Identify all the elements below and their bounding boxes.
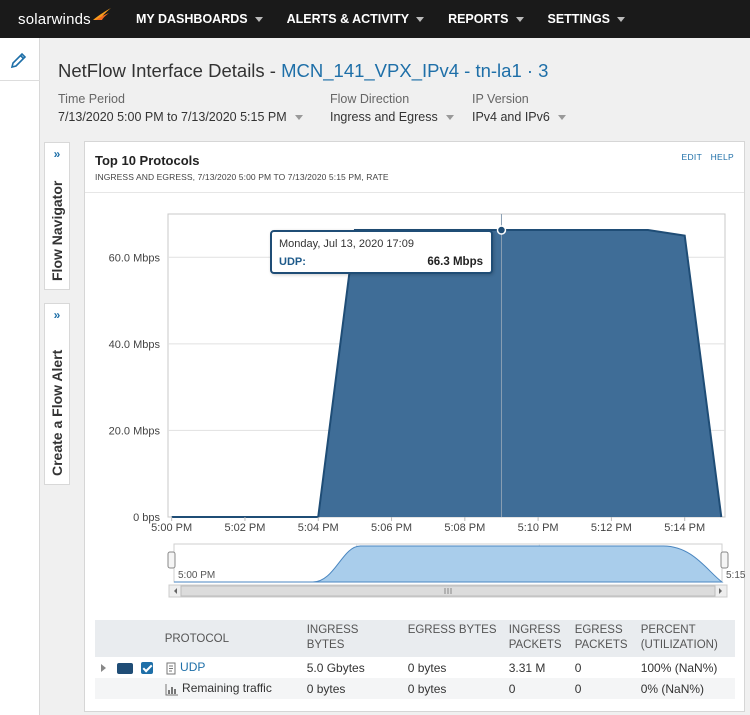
logo-swoosh-icon bbox=[92, 8, 111, 20]
ip-version-label: IP Version bbox=[472, 92, 529, 106]
header-ingress-bytes[interactable]: INGRESS BYTES bbox=[300, 620, 402, 657]
header-egress-packets[interactable]: EGRESS PACKETS bbox=[568, 620, 635, 657]
table-header-row: PROTOCOL INGRESS BYTES EGRESS BYTES INGR… bbox=[95, 620, 735, 657]
ingress-packets-cell: 3.31 M bbox=[508, 660, 546, 675]
flow-direction-label: Flow Direction bbox=[330, 92, 410, 106]
x-tick-label: 5:12 PM bbox=[591, 522, 632, 534]
double-chevron-right-icon: » bbox=[53, 147, 61, 161]
x-tick-label: 5:06 PM bbox=[371, 522, 412, 534]
ingress-packets-cell: 0 bbox=[502, 678, 569, 699]
x-tick-label: 5:00 PM bbox=[151, 522, 192, 534]
nav-label: SETTINGS bbox=[547, 12, 611, 26]
y-tick-label: 40.0 Mbps bbox=[109, 339, 161, 351]
chart-tooltip: Monday, Jul 13, 2020 17:09 UDP: 66.3 Mbp… bbox=[270, 230, 493, 274]
tooltip-date: Monday, Jul 13, 2020 17:09 bbox=[279, 238, 414, 250]
egress-packets-cell: 0 bbox=[568, 678, 635, 699]
x-tick-label: 5:08 PM bbox=[444, 522, 485, 534]
time-period-filter: Time Period 7/13/2020 5:00 PM to 7/13/20… bbox=[58, 92, 303, 124]
x-tick-label: 5:10 PM bbox=[518, 522, 559, 534]
chevron-down-icon bbox=[557, 114, 566, 120]
ip-version-dropdown[interactable]: IPv4 and IPv6 bbox=[472, 110, 566, 124]
pencil-edit-icon[interactable] bbox=[9, 50, 29, 70]
protocol-cell: Remaining traffic bbox=[158, 678, 301, 699]
tooltip-value: 66.3 Mbps bbox=[427, 256, 483, 268]
flow-direction-value: Ingress and Egress bbox=[330, 110, 438, 124]
time-period-value: 7/13/2020 5:00 PM to 7/13/2020 5:15 PM bbox=[58, 110, 287, 124]
navigator-right-handle[interactable] bbox=[720, 551, 729, 569]
double-chevron-right-icon: » bbox=[53, 308, 61, 322]
nav-label: ALERTS & ACTIVITY bbox=[286, 12, 410, 26]
percent-cell: 0% (NaN%) bbox=[634, 678, 735, 699]
time-period-label: Time Period bbox=[58, 92, 125, 106]
flow-navigator-tab[interactable]: » Flow Navigator bbox=[44, 142, 70, 290]
row-controls bbox=[95, 678, 159, 699]
page-title: NetFlow Interface Details - MCN_141_VPX_… bbox=[58, 60, 548, 82]
x-tick-label: 5:14 PM bbox=[664, 522, 705, 534]
left-rail bbox=[0, 38, 40, 715]
top-protocols-panel: Top 10 Protocols INGRESS AND EGRESS, 7/1… bbox=[84, 141, 746, 712]
navigator-tick-label: 5:00 PM bbox=[178, 570, 215, 581]
protocol-cell: UDP bbox=[159, 657, 301, 678]
egress-bytes-cell: 0 bytes bbox=[407, 660, 447, 675]
header-egress-bytes[interactable]: EGRESS BYTES bbox=[401, 620, 503, 657]
protocol-rate-chart[interactable]: 0 bps20.0 Mbps40.0 Mbps60.0 Mbps5:00 PM 5… bbox=[85, 142, 746, 607]
expand-arrow-icon[interactable] bbox=[101, 664, 106, 673]
table-row: Remaining traffic 0 bytes 0 bytes 0 0 0%… bbox=[95, 678, 735, 699]
logo-text: solarwinds bbox=[18, 10, 91, 28]
interface-link[interactable]: MCN_141_VPX_IPv4 - tn-la1 · 3 bbox=[281, 60, 548, 81]
ingress-bytes-cell: 0 bytes bbox=[300, 678, 402, 699]
percent-cell: 100% (NaN%) bbox=[640, 660, 718, 675]
chevron-down-icon bbox=[416, 16, 425, 22]
filter-bar: Time Period 7/13/2020 5:00 PM to 7/13/20… bbox=[58, 92, 698, 128]
nav-settings[interactable]: SETTINGS bbox=[536, 0, 638, 38]
chevron-down-icon bbox=[294, 114, 303, 120]
egress-bytes-cell: 0 bytes bbox=[401, 678, 503, 699]
nav-my-dashboards[interactable]: MY DASHBOARDS bbox=[124, 0, 275, 38]
create-flow-alert-tab[interactable]: » Create a Flow Alert bbox=[44, 303, 70, 485]
chevron-down-icon bbox=[445, 114, 454, 120]
series-color-swatch bbox=[117, 662, 134, 674]
ip-version-filter: IP Version IPv4 and IPv6 bbox=[472, 92, 566, 124]
flow-direction-filter: Flow Direction Ingress and Egress bbox=[330, 92, 454, 124]
page-title-prefix: NetFlow Interface Details - bbox=[58, 60, 282, 81]
bar-chart-icon bbox=[165, 683, 178, 696]
table-row: UDP 5.0 Gbytes 0 bytes 3.31 M 0 100% (Na… bbox=[95, 657, 735, 678]
egress-packets-cell: 0 bbox=[574, 660, 582, 675]
header-controls bbox=[95, 620, 159, 657]
chevron-down-icon bbox=[254, 16, 263, 22]
nav-alerts-activity[interactable]: ALERTS & ACTIVITY bbox=[275, 0, 436, 38]
solarwinds-logo[interactable]: solarwinds bbox=[0, 0, 124, 38]
flow-direction-dropdown[interactable]: Ingress and Egress bbox=[330, 110, 454, 124]
x-tick-label: 5:04 PM bbox=[298, 522, 339, 534]
nav-label: MY DASHBOARDS bbox=[136, 12, 248, 26]
hover-point-marker bbox=[496, 225, 507, 235]
protocol-label: Remaining traffic bbox=[182, 681, 272, 696]
rail-divider bbox=[0, 80, 40, 81]
chevron-down-icon bbox=[515, 16, 524, 22]
time-period-dropdown[interactable]: 7/13/2020 5:00 PM to 7/13/2020 5:15 PM bbox=[58, 110, 303, 124]
protocols-table: PROTOCOL INGRESS BYTES EGRESS BYTES INGR… bbox=[95, 620, 735, 699]
ingress-bytes-cell: 5.0 Gbytes bbox=[306, 660, 365, 675]
nav-reports[interactable]: REPORTS bbox=[436, 0, 535, 38]
header-protocol[interactable]: PROTOCOL bbox=[158, 620, 301, 657]
y-tick-label: 60.0 Mbps bbox=[109, 252, 161, 264]
x-tick-label: 5:02 PM bbox=[224, 522, 265, 534]
flow-navigator-label: Flow Navigator bbox=[49, 180, 65, 281]
protocol-link[interactable]: UDP bbox=[180, 660, 205, 674]
navigator-left-handle[interactable] bbox=[167, 551, 176, 569]
document-icon bbox=[166, 662, 176, 675]
create-flow-alert-label: Create a Flow Alert bbox=[49, 349, 65, 476]
nav-label: REPORTS bbox=[448, 12, 509, 26]
y-tick-label: 20.0 Mbps bbox=[109, 425, 161, 437]
navigator-tick-label: 5:15 bbox=[726, 570, 746, 581]
header-ingress-packets[interactable]: INGRESS PACKETS bbox=[502, 620, 569, 657]
ip-version-value: IPv4 and IPv6 bbox=[472, 110, 550, 124]
header-percent[interactable]: PERCENT (UTILIZATION) bbox=[634, 620, 735, 657]
series-checkbox[interactable] bbox=[140, 662, 153, 675]
chevron-down-icon bbox=[617, 16, 626, 22]
top-nav-bar: solarwinds MY DASHBOARDS ALERTS & ACTIVI… bbox=[0, 0, 750, 38]
row-controls bbox=[95, 657, 159, 678]
tooltip-series-name: UDP: bbox=[279, 256, 306, 268]
